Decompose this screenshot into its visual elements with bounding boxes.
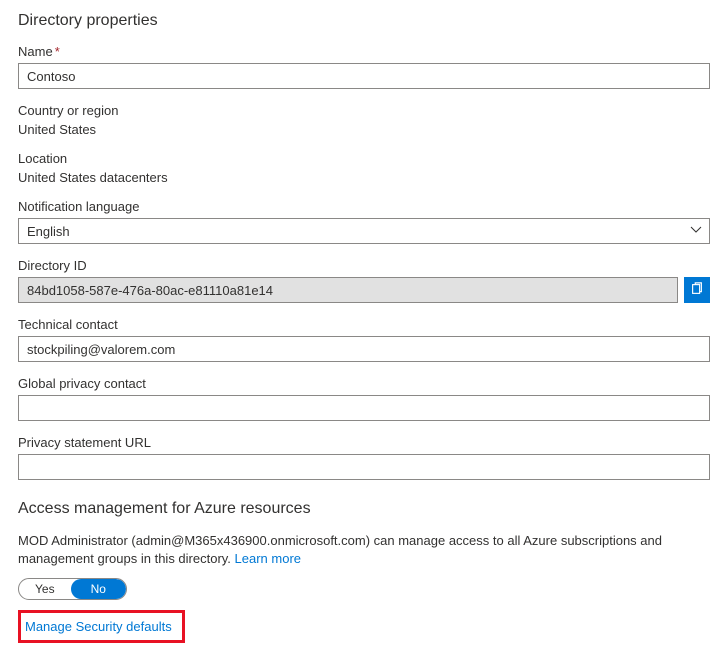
notification-language-select[interactable]: English bbox=[18, 218, 710, 244]
field-global-privacy-contact: Global privacy contact bbox=[18, 376, 710, 421]
privacy-statement-url-input[interactable] bbox=[18, 454, 710, 480]
toggle-no[interactable]: No bbox=[71, 579, 126, 599]
section-title-access-management: Access management for Azure resources bbox=[18, 500, 710, 518]
field-privacy-statement-url: Privacy statement URL bbox=[18, 435, 710, 480]
field-country: Country or region United States bbox=[18, 103, 710, 137]
directory-id-input[interactable] bbox=[18, 277, 678, 303]
name-input[interactable] bbox=[18, 63, 710, 89]
manage-security-defaults-link[interactable]: Manage Security defaults bbox=[25, 619, 172, 634]
learn-more-link[interactable]: Learn more bbox=[235, 551, 301, 566]
label-privacy-statement-url: Privacy statement URL bbox=[18, 435, 710, 450]
field-directory-id: Directory ID bbox=[18, 258, 710, 303]
label-technical-contact: Technical contact bbox=[18, 317, 710, 332]
global-privacy-contact-input[interactable] bbox=[18, 395, 710, 421]
required-asterisk: * bbox=[55, 44, 60, 59]
label-country: Country or region bbox=[18, 103, 710, 118]
field-location: Location United States datacenters bbox=[18, 151, 710, 185]
section-title-directory-properties: Directory properties bbox=[18, 12, 710, 30]
label-name: Name* bbox=[18, 44, 710, 59]
field-technical-contact: Technical contact bbox=[18, 317, 710, 362]
label-directory-id: Directory ID bbox=[18, 258, 710, 273]
toggle-yes[interactable]: Yes bbox=[19, 579, 71, 599]
access-management-desc-text: MOD Administrator (admin@M365x436900.onm… bbox=[18, 533, 662, 566]
copy-button[interactable] bbox=[684, 277, 710, 303]
field-name: Name* bbox=[18, 44, 710, 89]
notification-language-value: English bbox=[27, 224, 70, 239]
label-global-privacy-contact: Global privacy contact bbox=[18, 376, 710, 391]
access-management-toggle[interactable]: Yes No bbox=[18, 578, 127, 600]
access-management-description: MOD Administrator (admin@M365x436900.onm… bbox=[18, 532, 710, 568]
field-notification-language: Notification language English bbox=[18, 199, 710, 244]
copy-icon bbox=[690, 282, 704, 299]
label-location: Location bbox=[18, 151, 710, 166]
highlight-box: Manage Security defaults bbox=[18, 610, 185, 643]
technical-contact-input[interactable] bbox=[18, 336, 710, 362]
value-country: United States bbox=[18, 122, 710, 137]
label-name-text: Name bbox=[18, 44, 53, 59]
label-notification-language: Notification language bbox=[18, 199, 710, 214]
value-location: United States datacenters bbox=[18, 170, 710, 185]
